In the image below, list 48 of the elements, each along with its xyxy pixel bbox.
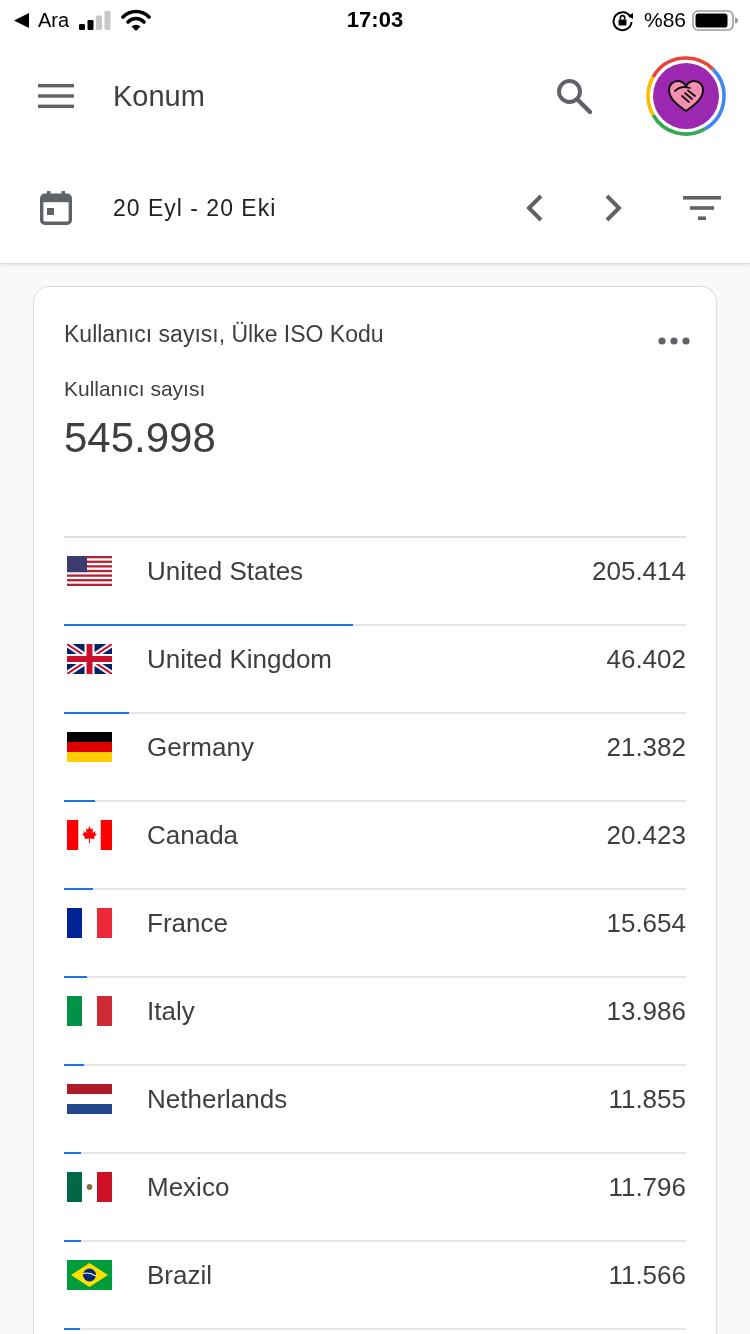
flag-icon	[67, 732, 112, 762]
user-count: 15.654	[606, 907, 686, 939]
flag-icon	[67, 996, 112, 1026]
country-name: France	[147, 907, 228, 939]
flag-icon	[67, 556, 112, 586]
page-title: Konum	[113, 79, 205, 114]
user-count: 13.986	[606, 995, 686, 1027]
rotation-lock-icon	[610, 8, 634, 32]
user-count: 46.402	[606, 643, 686, 675]
flag-icon	[67, 1084, 112, 1114]
user-count: 11.796	[608, 1171, 686, 1203]
user-count: 11.855	[608, 1083, 686, 1115]
back-triangle-icon[interactable]	[14, 12, 29, 28]
calendar-icon[interactable]	[40, 190, 72, 225]
user-count: 20.423	[606, 819, 686, 851]
search-icon[interactable]	[556, 78, 592, 114]
user-count: 205.414	[592, 555, 686, 587]
user-count: 11.566	[608, 1259, 686, 1291]
chevron-left-icon[interactable]	[524, 193, 544, 222]
card-title: Kullanıcı sayısı, Ülke ISO Kodu	[64, 320, 384, 349]
flag-icon	[67, 644, 112, 674]
metric-value: 545.998	[64, 414, 216, 462]
filter-icon[interactable]	[683, 195, 721, 220]
flag-icon	[67, 908, 112, 938]
menu-icon[interactable]	[38, 84, 74, 108]
clock-time: 17:03	[346, 7, 404, 33]
country-name: Italy	[147, 995, 195, 1027]
back-label[interactable]: Ara	[38, 8, 70, 32]
chevron-right-icon[interactable]	[604, 193, 624, 222]
flag-icon	[67, 1172, 112, 1202]
signal-icon	[79, 10, 112, 30]
country-name: Canada	[147, 819, 239, 851]
heart-avatar-icon[interactable]	[646, 56, 726, 136]
country-name: United Kingdom	[147, 643, 332, 675]
country-name: United States	[147, 555, 304, 587]
country-name: Netherlands	[147, 1083, 288, 1115]
date-range[interactable]: 20 Eyl - 20 Eki	[113, 192, 277, 223]
wifi-icon	[121, 9, 152, 31]
flag-icon	[67, 1260, 112, 1290]
country-name: Mexico	[147, 1171, 230, 1203]
metric-label: Kullanıcı sayısı	[64, 376, 206, 402]
user-count: 21.382	[606, 731, 686, 763]
country-name: Brazil	[147, 1259, 212, 1291]
battery-icon	[692, 9, 738, 31]
battery-percent: %86	[643, 8, 686, 32]
more-icon[interactable]	[658, 337, 690, 345]
country-name: Germany	[147, 731, 254, 763]
flag-icon	[67, 820, 112, 850]
